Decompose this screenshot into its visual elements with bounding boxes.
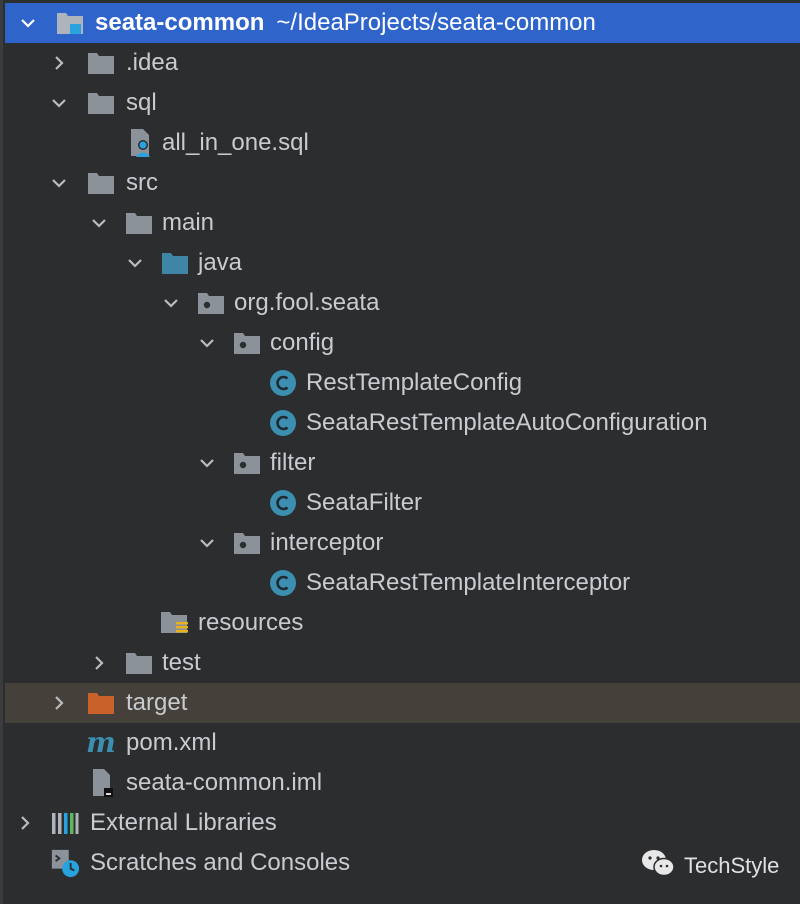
tree-row-sql-file[interactable]: all_in_one.sql — [0, 123, 800, 163]
wechat-icon — [640, 848, 676, 884]
tree-label: config — [270, 329, 335, 356]
chevron-down-icon[interactable] — [196, 452, 218, 474]
folder-icon — [86, 88, 116, 118]
chevron-down-icon[interactable] — [196, 532, 218, 554]
chevron-down-icon[interactable] — [48, 92, 70, 114]
module-folder-icon — [55, 8, 85, 38]
package-icon — [232, 528, 262, 558]
tree-row-class[interactable]: RestTemplateConfig — [0, 363, 800, 403]
chevron-right-icon[interactable] — [48, 52, 70, 74]
tree-row-src[interactable]: src — [0, 163, 800, 203]
tree-row-class[interactable]: SeataRestTemplateAutoConfiguration — [0, 403, 800, 443]
tree-row-class[interactable]: SeataRestTemplateInterceptor — [0, 563, 800, 603]
tree-row-java[interactable]: java — [0, 243, 800, 283]
chevron-down-icon[interactable] — [88, 212, 110, 234]
folder-icon — [86, 168, 116, 198]
class-icon — [268, 368, 298, 398]
tree-row-idea[interactable]: .idea — [0, 43, 800, 83]
folder-icon — [124, 208, 154, 238]
class-icon — [268, 408, 298, 438]
tree-row-class[interactable]: SeataFilter — [0, 483, 800, 523]
tree-row-interceptor[interactable]: interceptor — [0, 523, 800, 563]
tree-label: org.fool.seata — [234, 289, 380, 316]
chevron-down-icon[interactable] — [124, 252, 146, 274]
tree-label: all_in_one.sql — [162, 129, 309, 156]
tree-label: target — [126, 689, 188, 716]
folder-icon — [124, 648, 154, 678]
tree-label: Scratches and Consoles — [90, 849, 351, 876]
excluded-folder-icon — [86, 688, 116, 718]
tree-row-pom[interactable]: m pom.xml — [0, 723, 800, 763]
chevron-down-icon[interactable] — [17, 12, 39, 34]
tree-label: RestTemplateConfig — [306, 369, 523, 396]
tree-row-test[interactable]: test — [0, 643, 800, 683]
chevron-right-icon[interactable] — [48, 692, 70, 714]
watermark: TechStyle — [640, 846, 779, 886]
tree-label: seata-common.iml — [126, 769, 323, 796]
tree-row-external-libraries[interactable]: External Libraries — [0, 803, 800, 843]
tree-label: interceptor — [270, 529, 384, 556]
tree-row-filter[interactable]: filter — [0, 443, 800, 483]
chevron-down-icon[interactable] — [160, 292, 182, 314]
tree-row-sql[interactable]: sql — [0, 83, 800, 123]
tree-label: External Libraries — [90, 809, 277, 836]
class-icon — [268, 488, 298, 518]
scratches-icon — [50, 848, 80, 878]
tree-row-iml[interactable]: seata-common.iml — [0, 763, 800, 803]
package-icon — [232, 448, 262, 478]
tree-label: SeataRestTemplateInterceptor — [306, 569, 631, 596]
source-folder-icon — [160, 248, 190, 278]
tree-label: java — [198, 249, 243, 276]
tree-label: src — [126, 169, 158, 196]
tree-row-root[interactable]: seata-common ~/IdeaProjects/seata-common — [5, 3, 800, 43]
chevron-right-icon[interactable] — [88, 652, 110, 674]
class-icon — [268, 568, 298, 598]
maven-icon: m — [86, 726, 116, 759]
libraries-icon — [50, 808, 80, 838]
chevron-right-icon[interactable] — [14, 812, 36, 834]
resources-folder-icon — [160, 608, 190, 638]
tree-label: SeataFilter — [306, 489, 423, 516]
tree-label: test — [162, 649, 201, 676]
module-file-icon — [88, 768, 118, 798]
tree-row-main[interactable]: main — [0, 203, 800, 243]
package-icon — [196, 288, 226, 318]
package-icon — [232, 328, 262, 358]
tree-label: filter — [270, 449, 316, 476]
tree-label: resources — [198, 609, 304, 636]
tree-row-target[interactable]: target — [5, 683, 800, 723]
tree-label: main — [162, 209, 215, 236]
root-path: ~/IdeaProjects/seata-common — [276, 9, 596, 36]
tree-label: SeataRestTemplateAutoConfiguration — [306, 409, 708, 436]
chevron-down-icon[interactable] — [48, 172, 70, 194]
tree-label: pom.xml — [126, 729, 217, 756]
root-name: seata-common — [95, 9, 265, 36]
chevron-down-icon[interactable] — [196, 332, 218, 354]
sql-file-icon — [126, 128, 156, 158]
folder-icon — [86, 48, 116, 78]
tree-row-package[interactable]: org.fool.seata — [0, 283, 800, 323]
tree-label: .idea — [126, 49, 179, 76]
watermark-text: TechStyle — [684, 853, 780, 878]
tree-row-config[interactable]: config — [0, 323, 800, 363]
tree-label: sql — [126, 89, 157, 116]
tree-row-resources[interactable]: resources — [0, 603, 800, 643]
